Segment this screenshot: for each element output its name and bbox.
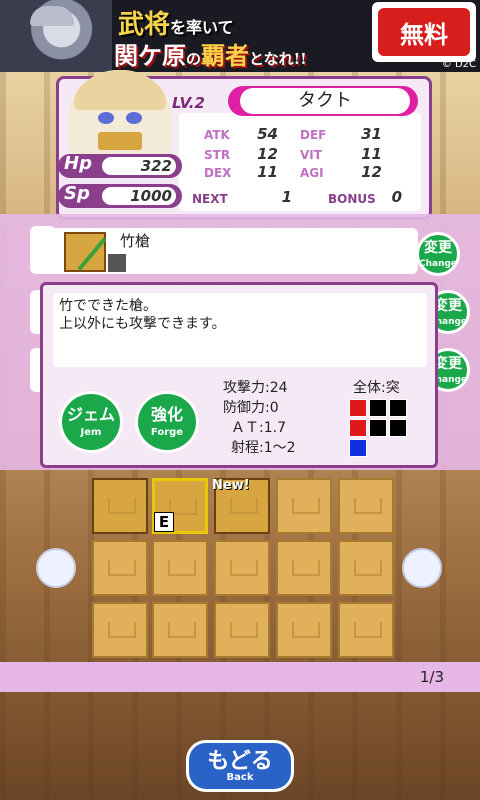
at-stat: ＡＴ:1.7	[231, 420, 286, 436]
range-cell	[369, 399, 387, 417]
next-label: NEXT	[192, 192, 228, 206]
inventory-slot-empty[interactable]	[338, 478, 394, 534]
attack-stat: 攻撃力:24	[223, 380, 288, 396]
inventory-slot-empty[interactable]	[214, 602, 270, 658]
range-stat: 射程:1〜2	[231, 440, 296, 456]
next-value: 1	[281, 188, 292, 206]
portrait-eye-right	[126, 112, 142, 124]
banner-headline-2: 関ケ原の覇者となれ!!	[114, 41, 307, 70]
hp-value: 322	[102, 157, 176, 175]
def-label: DEF	[300, 128, 327, 142]
forge-button[interactable]: 強化 Forge	[135, 391, 199, 453]
gem-button[interactable]: ジェム Jem	[59, 391, 123, 453]
inventory-slot-sword[interactable]	[92, 478, 148, 534]
inventory-slot-empty[interactable]	[214, 540, 270, 596]
vit-value: 11	[361, 145, 382, 163]
description-line-2: 上以外にも攻撃できます。	[59, 316, 226, 332]
range-cell	[389, 399, 407, 417]
ad-banner[interactable]: 武将を率いて 関ケ原の覇者となれ!! 無料 © D2C	[0, 0, 480, 72]
atk-value: 54	[257, 125, 278, 143]
bonus-label: BONUS	[328, 192, 376, 206]
banner-free-badge: 無料	[372, 2, 476, 62]
inventory-slot-empty[interactable]	[276, 540, 332, 596]
portrait-eye-left	[98, 112, 114, 124]
attack-area-label: 全体:突	[353, 380, 400, 396]
agi-label: AGI	[300, 166, 324, 180]
equipped-marker: E	[154, 512, 174, 532]
page-indicator: 1/3	[419, 668, 444, 686]
inventory-slot-empty[interactable]	[338, 540, 394, 596]
inventory-slot-empty[interactable]	[276, 602, 332, 658]
page-band: 1/3	[0, 662, 480, 692]
vit-label: VIT	[300, 148, 322, 162]
inventory-slot-empty[interactable]	[152, 602, 208, 658]
sp-bar: Sp 1000	[58, 183, 182, 208]
inventory-slot-empty[interactable]	[92, 540, 148, 596]
atk-label: ATK	[204, 128, 230, 142]
inventory-slot-empty[interactable]	[338, 602, 394, 658]
str-label: STR	[204, 148, 231, 162]
prev-page-wing-icon[interactable]	[36, 548, 76, 588]
hp-label: Hp	[64, 153, 92, 174]
bamboo-spear-icon	[64, 232, 106, 272]
range-cell	[389, 419, 407, 437]
description-line-1: 竹でできた槍。	[59, 298, 157, 314]
range-cell	[369, 419, 387, 437]
hp-bar: Hp 322	[58, 153, 182, 178]
dex-value: 11	[257, 163, 278, 181]
gem-socket-icon	[108, 254, 126, 272]
agi-value: 12	[361, 163, 382, 181]
dex-label: DEX	[204, 166, 232, 180]
weapon-name: 竹槍	[120, 232, 151, 250]
level-label: LV.2	[172, 94, 205, 112]
range-cell	[349, 419, 367, 437]
defense-stat: 防御力:0	[223, 400, 279, 416]
str-value: 12	[257, 145, 278, 163]
sp-value: 1000	[102, 187, 176, 205]
range-cell	[349, 439, 367, 457]
range-cell	[349, 399, 367, 417]
item-detail-popup: 竹でできた槍。 上以外にも攻撃できます。 ジェム Jem 強化 Forge 攻撃力:…	[40, 282, 438, 468]
item-description: 竹でできた槍。 上以外にも攻撃できます。	[53, 293, 427, 367]
character-portrait	[68, 70, 172, 158]
inventory-slot-empty[interactable]	[152, 540, 208, 596]
inventory-slot-empty[interactable]	[276, 478, 332, 534]
def-value: 31	[361, 125, 382, 143]
inventory-slot-empty[interactable]	[92, 602, 148, 658]
character-name: タクト	[240, 88, 410, 114]
banner-copyright: © D2C	[441, 59, 476, 70]
bonus-value: 0	[391, 188, 402, 206]
change-weapon-button[interactable]: 変更 Change	[416, 232, 460, 276]
back-button[interactable]: もどる Back	[186, 740, 294, 792]
banner-warrior-image	[0, 0, 112, 72]
sp-label: Sp	[64, 183, 90, 204]
new-badge: New!	[212, 478, 250, 493]
next-page-wing-icon[interactable]	[402, 548, 442, 588]
